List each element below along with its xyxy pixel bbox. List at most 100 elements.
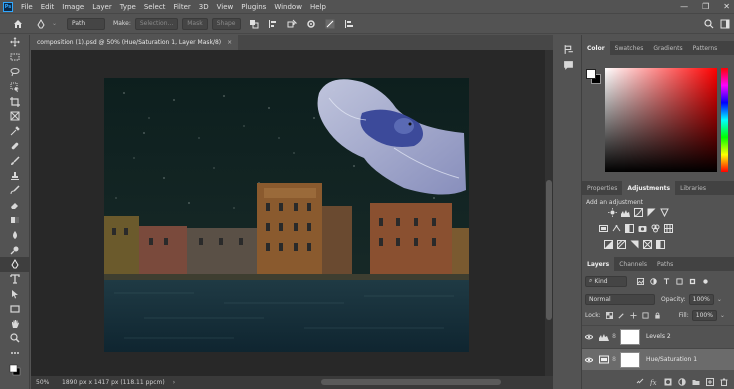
posterize-icon[interactable] xyxy=(617,240,626,249)
tab-paths[interactable]: Paths xyxy=(652,257,678,271)
opacity-input[interactable]: 100% xyxy=(688,293,714,305)
home-icon[interactable] xyxy=(12,18,23,29)
menu-edit[interactable]: Edit xyxy=(41,3,55,11)
menu-window[interactable]: Window xyxy=(274,3,302,11)
path-mode-select[interactable]: Path xyxy=(67,17,106,30)
tab-gradients[interactable]: Gradients xyxy=(648,41,687,55)
black-white-icon[interactable] xyxy=(625,224,634,233)
add-mask-icon[interactable] xyxy=(664,378,672,386)
path-operations-icon[interactable] xyxy=(249,18,260,29)
eye-icon[interactable] xyxy=(582,356,596,364)
minimize-button[interactable]: — xyxy=(680,2,688,11)
link-icon[interactable]: 8 xyxy=(610,333,618,340)
pixel-layer-filter-icon[interactable] xyxy=(637,277,644,285)
menu-plugins[interactable]: Plugins xyxy=(241,3,266,11)
search-icon[interactable] xyxy=(703,18,714,29)
type-tool-icon[interactable] xyxy=(0,272,30,287)
tab-properties[interactable]: Properties xyxy=(582,181,622,195)
vertical-scrollbar-thumb[interactable] xyxy=(546,180,552,320)
path-alignment-icon[interactable] xyxy=(268,18,279,29)
foreground-color-swatch[interactable] xyxy=(586,69,596,79)
path-selection-tool-icon[interactable] xyxy=(0,287,30,302)
brush-tool-icon[interactable] xyxy=(0,153,30,168)
tab-swatches[interactable]: Swatches xyxy=(610,41,649,55)
channel-mixer-icon[interactable] xyxy=(651,224,660,233)
tab-layers[interactable]: Layers xyxy=(582,257,615,271)
photo-filter-icon[interactable] xyxy=(638,224,647,233)
layer-mask-thumbnail[interactable] xyxy=(620,328,640,345)
history-panel-icon[interactable] xyxy=(557,41,579,57)
zoom-tool-icon[interactable] xyxy=(0,331,30,346)
color-balance-icon[interactable] xyxy=(612,224,621,233)
tab-libraries[interactable]: Libraries xyxy=(675,181,711,195)
lasso-tool-icon[interactable] xyxy=(0,65,30,80)
path-arrangement-icon[interactable] xyxy=(287,18,298,29)
menu-view[interactable]: View xyxy=(217,3,234,11)
restore-button[interactable]: ❐ xyxy=(702,2,709,11)
crop-tool-icon[interactable] xyxy=(0,94,30,109)
type-layer-filter-icon[interactable] xyxy=(663,277,670,285)
fill-input[interactable]: 100% xyxy=(691,309,717,321)
levels-icon[interactable] xyxy=(621,208,630,217)
gear-icon[interactable] xyxy=(306,18,317,29)
color-swatches-icon[interactable] xyxy=(0,361,30,379)
healing-brush-tool-icon[interactable] xyxy=(0,139,30,154)
move-tool-icon[interactable] xyxy=(0,35,30,50)
chevron-down-icon[interactable]: ⌄ xyxy=(720,312,725,319)
invert-icon[interactable] xyxy=(604,240,613,249)
edit-toolbar-icon[interactable] xyxy=(0,346,30,361)
tab-color[interactable]: Color xyxy=(582,41,610,55)
hue-slider[interactable] xyxy=(721,68,728,172)
menu-layer[interactable]: Layer xyxy=(92,3,112,11)
filter-toggle-icon[interactable] xyxy=(702,278,709,285)
menu-type[interactable]: Type xyxy=(120,3,136,11)
close-button[interactable]: ✕ xyxy=(723,2,730,11)
layer-row-levels[interactable]: 8 Levels 2 xyxy=(582,325,734,347)
make-shape-button[interactable]: Shape xyxy=(211,17,241,30)
layer-name[interactable]: Levels 2 xyxy=(646,333,671,340)
hand-tool-icon[interactable] xyxy=(0,316,30,331)
marquee-tool-icon[interactable] xyxy=(0,50,30,65)
layer-filter-select[interactable]: ⌕ Kind xyxy=(585,275,627,287)
new-adjustment-layer-icon[interactable] xyxy=(678,377,686,386)
menu-image[interactable]: Image xyxy=(62,3,84,11)
menu-help[interactable]: Help xyxy=(310,3,326,11)
eyedropper-tool-icon[interactable] xyxy=(0,124,30,139)
smart-object-filter-icon[interactable] xyxy=(689,278,696,285)
curves-icon[interactable] xyxy=(634,208,643,217)
close-icon[interactable]: × xyxy=(227,39,232,46)
shape-layer-filter-icon[interactable] xyxy=(676,277,683,285)
blend-mode-select[interactable]: Normal xyxy=(585,293,655,305)
layer-name[interactable]: Hue/Saturation 1 xyxy=(646,356,697,363)
lock-all-icon[interactable] xyxy=(654,311,661,319)
selective-color-icon[interactable] xyxy=(643,240,652,249)
layer-row-hue-saturation[interactable]: 8 Hue/Saturation 1 xyxy=(582,348,734,370)
dodge-tool-icon[interactable] xyxy=(0,242,30,257)
zoom-level[interactable]: 50% xyxy=(36,379,58,386)
exposure-icon[interactable] xyxy=(647,208,656,217)
chevron-down-icon[interactable]: ⌄ xyxy=(717,296,722,303)
blur-tool-icon[interactable] xyxy=(0,227,30,242)
lock-transparent-icon[interactable] xyxy=(605,311,613,319)
make-selection-button[interactable]: Selection... xyxy=(134,17,179,30)
layer-mask-thumbnail[interactable] xyxy=(620,351,640,368)
history-brush-tool-icon[interactable] xyxy=(0,183,30,198)
vibrance-icon[interactable] xyxy=(660,208,669,217)
menu-3d[interactable]: 3D xyxy=(199,3,209,11)
brightness-contrast-icon[interactable] xyxy=(608,208,617,217)
comments-panel-icon[interactable] xyxy=(557,57,579,73)
fx-icon[interactable]: fx xyxy=(650,378,658,386)
new-layer-icon[interactable] xyxy=(706,377,714,386)
gradient-tool-icon[interactable] xyxy=(0,213,30,228)
color-picker-field[interactable] xyxy=(605,68,717,172)
pen-tool-preset-icon[interactable] xyxy=(35,18,46,29)
tab-patterns[interactable]: Patterns xyxy=(688,41,723,55)
menu-file[interactable]: File xyxy=(21,3,33,11)
menu-select[interactable]: Select xyxy=(144,3,166,11)
link-layers-icon[interactable] xyxy=(636,378,644,386)
clone-stamp-tool-icon[interactable] xyxy=(0,168,30,183)
lock-position-icon[interactable] xyxy=(630,311,637,319)
workspace-icon[interactable] xyxy=(719,18,730,29)
align-edges-icon[interactable] xyxy=(344,18,355,29)
lock-artboard-icon[interactable] xyxy=(642,311,649,319)
